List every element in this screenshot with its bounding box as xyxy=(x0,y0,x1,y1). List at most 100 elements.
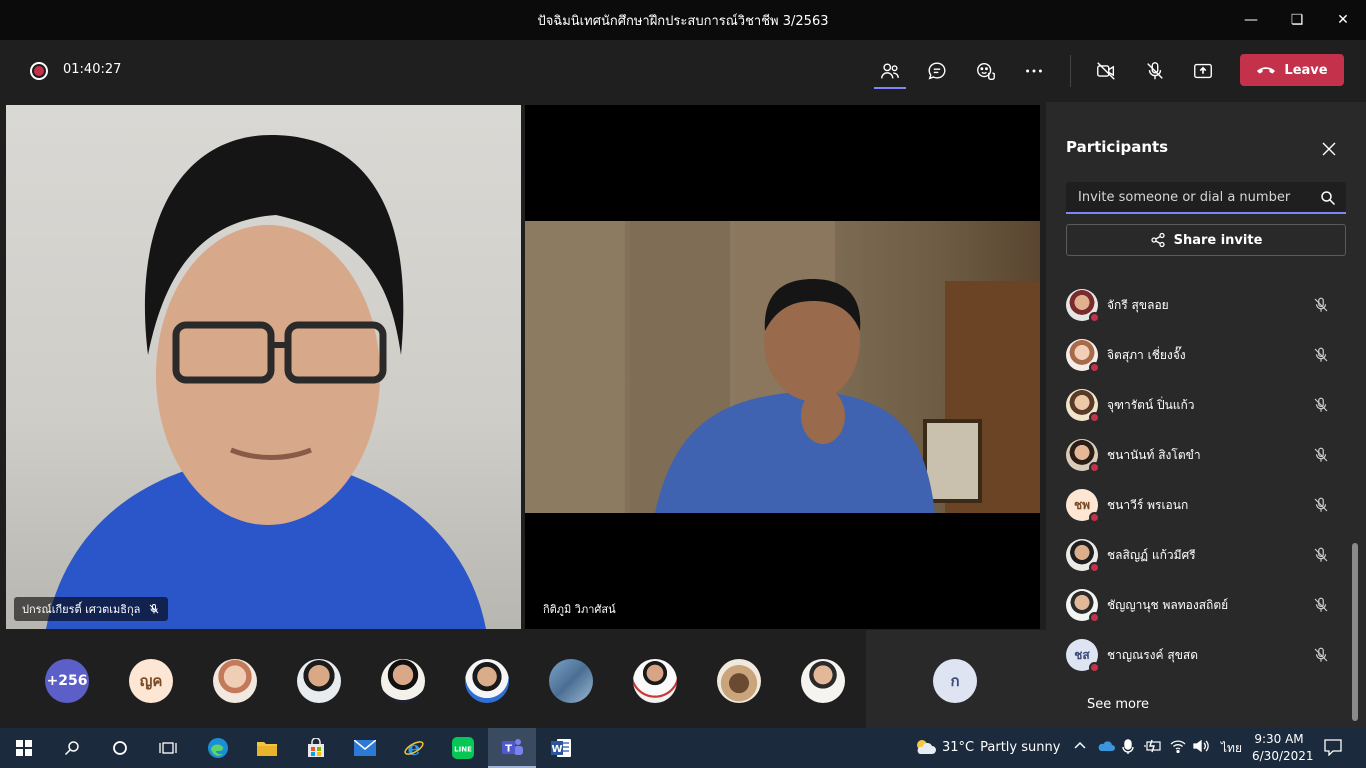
more-participants-avatar[interactable]: +256 xyxy=(45,659,89,703)
mail-app-button[interactable] xyxy=(341,728,389,768)
panel-scrollbar[interactable] xyxy=(1352,543,1358,721)
internet-explorer-button[interactable]: e xyxy=(390,728,438,768)
participant-row[interactable]: ชลสิญฏ์ แก้วมีศรี xyxy=(1066,530,1346,580)
reactions-button[interactable] xyxy=(969,54,1003,88)
share-invite-button[interactable]: Share invite xyxy=(1066,224,1346,256)
participant-name: ปกรณ์เกียรติ์ เศวตเมธิกุล xyxy=(22,603,141,616)
video-tile[interactable]: กิติภูมิ วิภาศัสน์ xyxy=(525,105,1040,629)
people-icon xyxy=(881,63,899,79)
toolbar-divider xyxy=(1070,55,1071,87)
windows-logo-icon xyxy=(16,740,32,756)
start-button[interactable] xyxy=(0,728,48,768)
mic-off-icon[interactable] xyxy=(1312,496,1330,514)
participant-avatar[interactable]: ญค xyxy=(129,659,173,703)
microphone-icon[interactable] xyxy=(1122,739,1134,755)
chevron-up-icon[interactable] xyxy=(1073,739,1087,753)
participant-avatar[interactable] xyxy=(801,659,845,703)
close-window-button[interactable]: ✕ xyxy=(1320,0,1366,40)
participant-avatar[interactable] xyxy=(213,659,257,703)
mic-toggle-button[interactable] xyxy=(1138,54,1172,88)
share-icon xyxy=(1150,232,1165,248)
input-language[interactable]: ไทย xyxy=(1221,739,1242,758)
participant-avatar[interactable] xyxy=(381,659,425,703)
invite-input[interactable] xyxy=(1066,182,1346,214)
edge-app-button[interactable] xyxy=(194,728,242,768)
weather-widget[interactable]: 31°C Partly sunny xyxy=(914,738,1060,756)
participant-row[interactable]: ชัญญานุช พลทองสถิตย์ xyxy=(1066,580,1346,630)
camera-off-icon xyxy=(1097,62,1115,80)
notification-icon[interactable] xyxy=(1324,738,1342,756)
participant-avatar: ชส xyxy=(1066,639,1100,673)
search-icon[interactable] xyxy=(1320,190,1336,206)
search-button[interactable] xyxy=(48,728,96,768)
teams-icon: T xyxy=(502,739,523,755)
mic-off-icon[interactable] xyxy=(1312,346,1330,364)
partly-sunny-icon xyxy=(917,740,936,754)
minimize-button[interactable]: — xyxy=(1228,0,1274,40)
mic-off-icon[interactable] xyxy=(1312,296,1330,314)
onedrive-icon[interactable] xyxy=(1097,739,1115,753)
meeting-toolbar: 01:40:27 xyxy=(0,40,1366,102)
meeting-timer: 01:40:27 xyxy=(63,62,122,77)
active-tab-indicator xyxy=(874,87,906,89)
mic-off-icon[interactable] xyxy=(1312,446,1330,464)
battery-icon[interactable] xyxy=(1144,739,1162,753)
participant-avatar[interactable]: ก xyxy=(933,659,977,703)
close-icon[interactable] xyxy=(1320,140,1338,158)
participants-panel: Participants Share invite จักรี สุขลอย จ… xyxy=(1046,102,1366,728)
svg-text:T: T xyxy=(505,744,512,755)
wifi-icon[interactable] xyxy=(1170,739,1186,753)
participant-avatar[interactable] xyxy=(717,659,761,703)
internet-explorer-icon: e xyxy=(404,737,424,759)
mic-off-icon[interactable] xyxy=(1312,396,1330,414)
system-clock[interactable]: 9:30 AM 6/30/2021 xyxy=(1252,731,1314,765)
panel-title: Participants xyxy=(1066,138,1169,156)
participant-avatar xyxy=(1066,389,1100,423)
participant-row[interactable]: จิตสุภา เชี่ยงจั๊ง xyxy=(1066,330,1346,380)
participant-row[interactable]: ชส ชาญณรงค์ สุขสด xyxy=(1066,630,1346,680)
participant-avatar[interactable] xyxy=(297,659,341,703)
store-app-button[interactable] xyxy=(292,728,340,768)
share-screen-button[interactable] xyxy=(1186,54,1220,88)
participant-avatar xyxy=(1066,439,1100,473)
status-dot xyxy=(1089,512,1100,523)
share-invite-label: Share invite xyxy=(1173,232,1263,248)
participant-name: ชาญณรงค์ สุขสด xyxy=(1107,647,1199,662)
file-explorer-button[interactable] xyxy=(243,728,291,768)
participant-avatar xyxy=(1066,589,1100,623)
participant-row[interactable]: ชนานันท์ สิงโตขำ xyxy=(1066,430,1346,480)
participant-row[interactable]: จักรี สุขลอย xyxy=(1066,280,1346,330)
participant-row[interactable]: จุฑารัตน์ ปิ่นแก้ว xyxy=(1066,380,1346,430)
participant-name: จักรี สุขลอย xyxy=(1107,297,1169,312)
line-icon: LINE xyxy=(452,737,474,759)
leave-button[interactable]: Leave xyxy=(1240,54,1344,86)
chat-button[interactable] xyxy=(920,54,954,88)
cortana-button[interactable] xyxy=(96,728,144,768)
participant-avatar[interactable] xyxy=(465,659,509,703)
participant-name: ชัญญานุช พลทองสถิตย์ xyxy=(1107,597,1229,612)
status-dot xyxy=(1089,662,1100,673)
recording-icon xyxy=(30,62,48,80)
participant-row[interactable]: ชพ ชนาวีร์ พรเอนก xyxy=(1066,480,1346,530)
participant-avatar[interactable] xyxy=(549,659,593,703)
see-more-link[interactable]: See more xyxy=(1087,697,1149,712)
volume-icon[interactable] xyxy=(1193,739,1209,753)
participant-list: จักรี สุขลอย จิตสุภา เชี่ยงจั๊ง จุฑารัตน… xyxy=(1066,280,1346,680)
svg-text:e: e xyxy=(408,737,421,759)
word-app-button[interactable]: W xyxy=(537,728,585,768)
maximize-button[interactable]: ❏ xyxy=(1274,0,1320,40)
participant-avatar[interactable] xyxy=(633,659,677,703)
participants-button[interactable] xyxy=(873,54,907,88)
task-view-button[interactable] xyxy=(144,728,192,768)
line-app-button[interactable]: LINE xyxy=(439,728,487,768)
participant-name: ชนาวีร์ พรเอนก xyxy=(1107,497,1189,512)
participant-avatar xyxy=(1066,339,1100,373)
teams-app-button[interactable]: T xyxy=(488,728,536,768)
video-tile[interactable]: ปกรณ์เกียรติ์ เศวตเมธิกุล xyxy=(6,105,521,629)
camera-toggle-button[interactable] xyxy=(1089,54,1123,88)
mic-off-icon[interactable] xyxy=(1312,596,1330,614)
participant-name-badge: ปกรณ์เกียรติ์ เศวตเมธิกุล xyxy=(14,597,169,621)
mic-off-icon[interactable] xyxy=(1312,546,1330,564)
mic-off-icon[interactable] xyxy=(1312,646,1330,664)
more-actions-button[interactable] xyxy=(1017,54,1051,88)
